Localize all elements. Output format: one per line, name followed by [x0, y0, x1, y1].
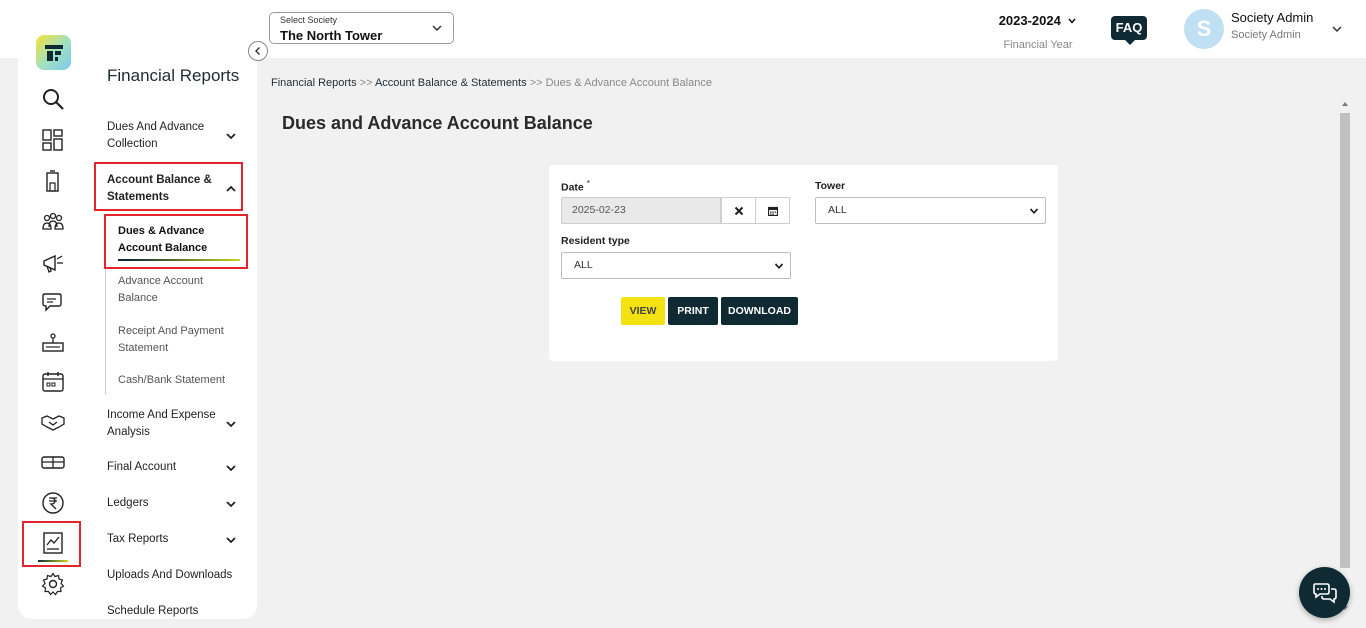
sidebar-item-tax-reports[interactable]: Tax Reports	[107, 531, 237, 548]
society-select-value: The North Tower	[280, 28, 383, 43]
building-icon[interactable]	[41, 169, 65, 193]
user-name: Society Admin	[1231, 10, 1314, 25]
report-filter-form: Date * 2025-02-23 Tower ALL Resident typ…	[549, 165, 1058, 361]
resident-type-label: Resident type	[561, 235, 630, 247]
download-button[interactable]: DOWNLOAD	[721, 297, 798, 325]
residents-icon[interactable]	[41, 210, 65, 234]
sidebar-item-ledgers[interactable]: Ledgers	[107, 495, 237, 512]
sidebar-item-label: Schedule Reports	[107, 605, 199, 617]
parking-icon[interactable]	[41, 450, 65, 474]
sidebar-item-label: Uploads And Downloads	[107, 569, 233, 581]
settings-icon[interactable]	[41, 572, 65, 596]
chat-support-button[interactable]	[1299, 567, 1350, 618]
clear-date-button[interactable]	[721, 197, 756, 224]
sidebar-item-uploads-and-downloads[interactable]: Uploads And Downloads	[107, 567, 237, 584]
breadcrumb-separator: >>	[529, 77, 543, 89]
required-marker: *	[586, 179, 590, 188]
financial-year-label: Financial Year	[1003, 39, 1073, 51]
calendar-icon	[768, 206, 778, 216]
resident-type-select-value: ALL	[574, 259, 593, 271]
handshake-icon[interactable]	[41, 410, 65, 434]
avatar[interactable]: S	[1184, 9, 1224, 49]
user-role: Society Admin	[1231, 29, 1301, 41]
resident-type-select[interactable]: ALL	[561, 252, 791, 279]
date-label-text: Date	[561, 181, 584, 194]
financial-year-selector[interactable]: 2023-2024 Financial Year	[990, 12, 1086, 51]
chevron-left-icon	[255, 47, 260, 55]
collapse-sidebar-button[interactable]	[248, 41, 268, 61]
sidebar-item-final-account[interactable]: Final Account	[107, 459, 237, 476]
chevron-down-icon	[1029, 208, 1039, 215]
close-icon	[734, 206, 744, 216]
sidebar-title: Financial Reports	[107, 66, 240, 85]
sub-highlight-box	[104, 214, 248, 269]
sidebar-item-label: Ledgers	[107, 497, 149, 509]
tower-select[interactable]: ALL	[815, 197, 1046, 224]
search-icon[interactable]	[41, 87, 65, 111]
chevron-down-icon	[1068, 18, 1076, 24]
dashboard-icon[interactable]	[41, 128, 65, 152]
chevron-down-icon	[432, 25, 442, 32]
sidebar-item-dues-and-advance-collection[interactable]: Dues And Advance Collection	[107, 119, 237, 153]
breadcrumb: Financial Reports >> Account Balance & S…	[271, 77, 712, 89]
sidebar-item-label: Income And Expense Analysis	[107, 409, 216, 438]
sub-item-receipt-payment-statement[interactable]: Receipt And Payment Statement	[118, 323, 238, 357]
sub-item-advance-account-balance[interactable]: Advance Account Balance	[118, 273, 238, 307]
chevron-down-icon[interactable]	[1331, 23, 1343, 35]
print-button[interactable]: PRINT	[668, 297, 718, 325]
page-title: Dues and Advance Account Balance	[282, 113, 593, 133]
sidebar-item-label: Dues And Advance Collection	[107, 121, 205, 150]
sidebar-item-schedule-reports[interactable]: Schedule Reports	[107, 603, 237, 620]
sidebar-item-label: Final Account	[107, 461, 177, 473]
user-info[interactable]: Society Admin Society Admin	[1231, 10, 1313, 41]
chevron-down-icon	[226, 133, 236, 140]
chevron-down-icon	[226, 464, 236, 471]
tower-label: Tower	[815, 180, 846, 192]
breadcrumb-separator: >>	[359, 77, 373, 89]
app-logo[interactable]	[36, 35, 71, 70]
scroll-up-arrow[interactable]	[1342, 102, 1348, 106]
society-select[interactable]: Select Society The North Tower	[269, 12, 454, 44]
scrollbar-thumb[interactable]	[1340, 113, 1350, 568]
breadcrumb-financial-reports[interactable]: Financial Reports	[271, 77, 357, 89]
sidebar-item-label: Tax Reports	[107, 533, 169, 545]
chat-bubbles-icon	[1313, 583, 1337, 604]
facility-icon[interactable]	[41, 331, 65, 355]
tower-select-value: ALL	[828, 204, 847, 216]
calendar-button[interactable]	[755, 197, 790, 224]
financial-year-value: 2023-2024	[998, 13, 1061, 28]
calendar-icon[interactable]	[41, 370, 65, 394]
faq-button[interactable]: FAQ	[1111, 16, 1147, 45]
breadcrumb-current: Dues & Advance Account Balance	[545, 77, 712, 89]
sidebar	[18, 14, 257, 619]
date-input[interactable]: 2025-02-23	[561, 197, 721, 224]
society-select-label: Select Society	[280, 15, 338, 25]
sub-item-cash-bank-statement[interactable]: Cash/Bank Statement	[118, 372, 238, 389]
chat-icon[interactable]	[41, 290, 65, 314]
breadcrumb-account-balance[interactable]: Account Balance & Statements	[375, 77, 527, 89]
announcement-icon[interactable]	[41, 251, 65, 275]
rupee-icon[interactable]	[41, 491, 65, 515]
chevron-down-icon	[226, 500, 236, 507]
chevron-down-icon	[226, 421, 236, 428]
sidebar-item-income-expense-analysis[interactable]: Income And Expense Analysis	[107, 407, 237, 441]
chevron-down-icon	[226, 536, 236, 543]
view-button[interactable]: VIEW	[621, 297, 665, 325]
chevron-down-icon	[774, 263, 784, 270]
date-label: Date *	[561, 179, 590, 194]
group-highlight-box	[94, 162, 243, 211]
rail-active-indicator	[38, 560, 68, 562]
